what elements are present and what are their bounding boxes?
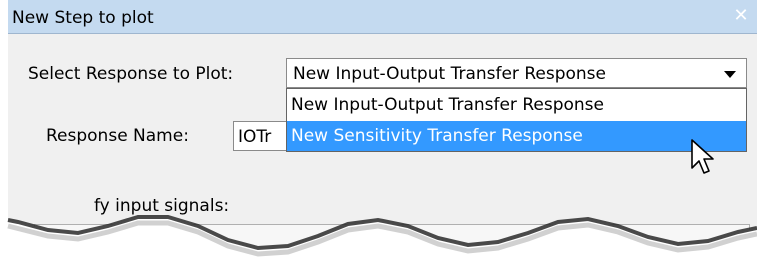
stage: New Step to plot ✕ Select Response to Pl… [0,0,757,262]
dropdown-option-input-output[interactable]: New Input-Output Transfer Response [287,90,746,120]
new-step-dialog: New Step to plot ✕ Select Response to Pl… [8,0,757,248]
dialog-title: New Step to plot [12,8,154,28]
title-bar: New Step to plot ✕ [8,0,757,34]
response-name-label: Response Name: [46,126,189,146]
select-response-label: Select Response to Plot: [28,64,234,84]
specify-input-signals-label: fy input signals: [94,196,230,216]
response-name-value: IOTr [238,127,272,147]
dropdown-option-sensitivity[interactable]: New Sensitivity Transfer Response [287,121,746,151]
dropdown-option-label: New Sensitivity Transfer Response [291,126,583,146]
response-type-select[interactable]: New Input-Output Transfer Response [286,58,747,88]
response-name-field[interactable]: IOTr [233,121,293,151]
dropdown-option-label: New Input-Output Transfer Response [291,95,604,115]
chevron-down-icon[interactable] [724,71,736,78]
mouse-pointer-icon [691,139,714,174]
response-dropdown-list: New Input-Output Transfer Response New S… [286,88,747,152]
select-current-value: New Input-Output Transfer Response [293,64,606,84]
input-signals-table[interactable] [34,224,750,248]
close-icon[interactable]: ✕ [731,6,751,26]
